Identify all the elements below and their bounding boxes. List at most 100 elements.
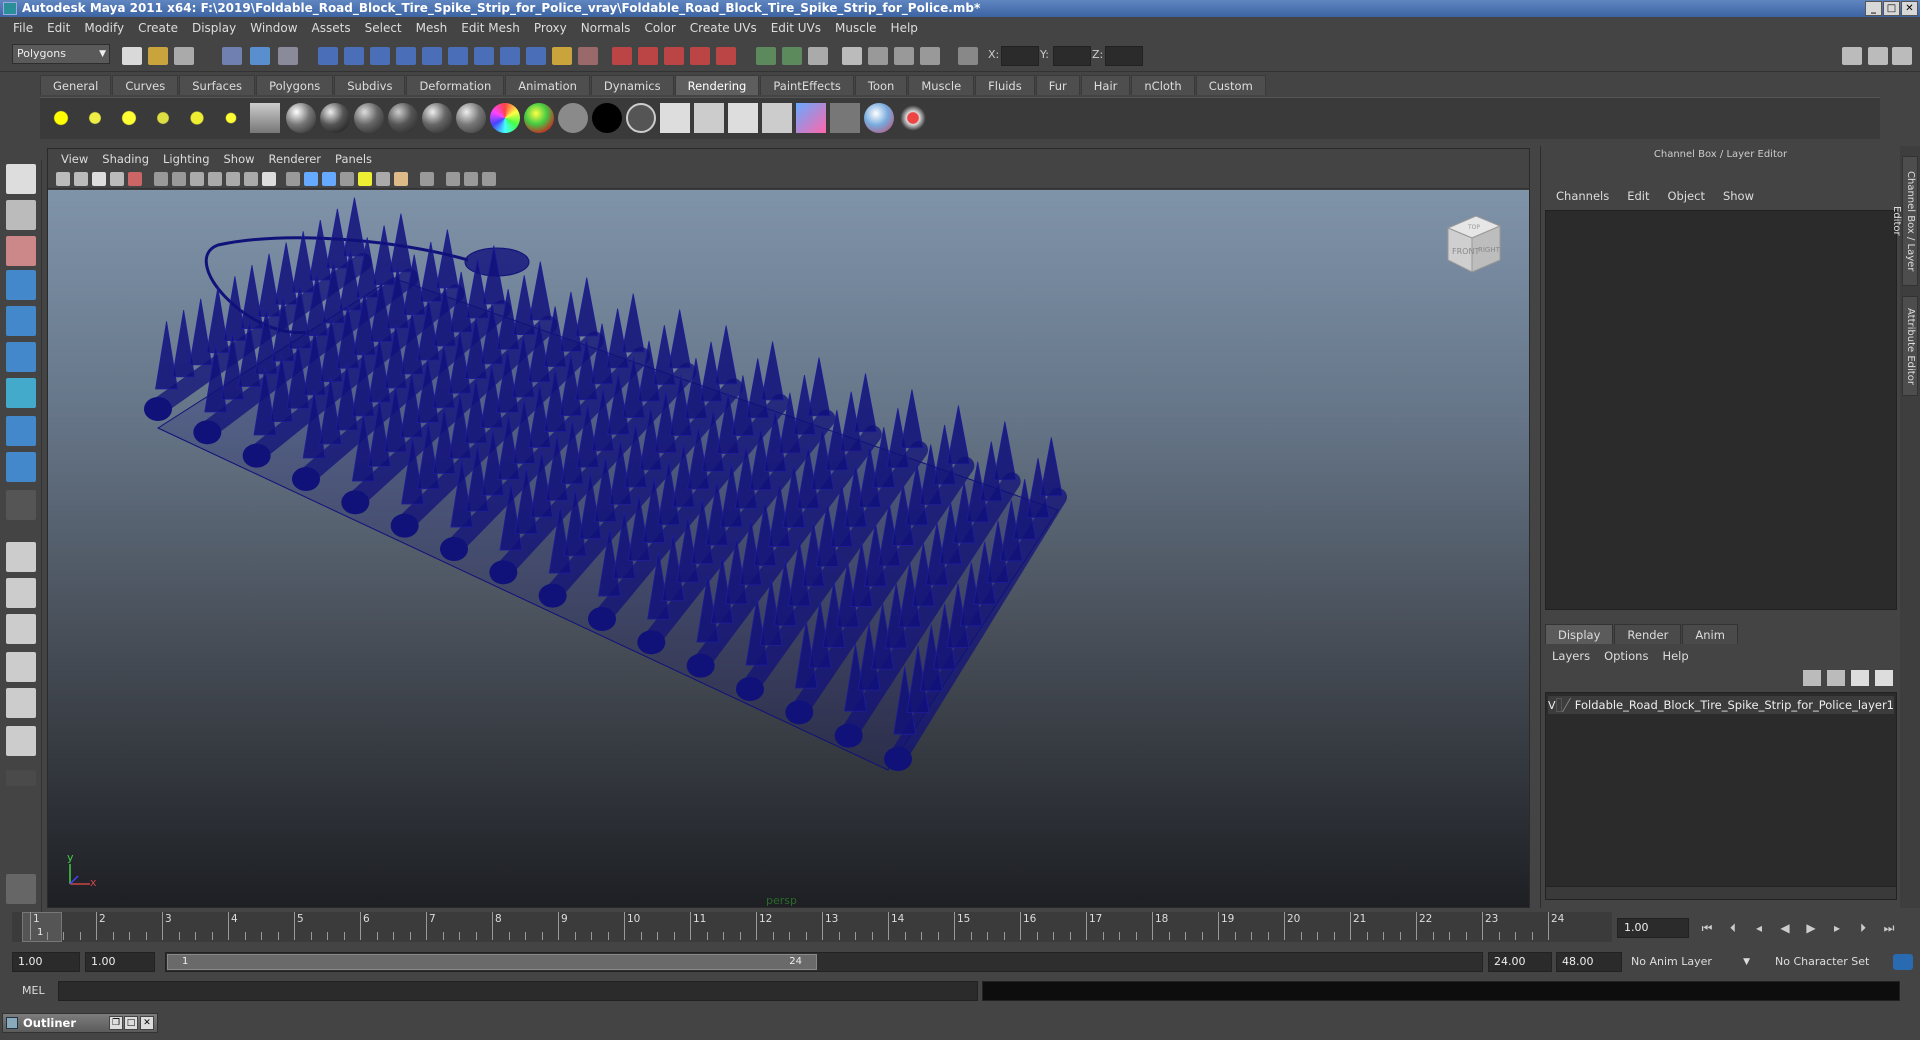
smooth-shade-icon[interactable] bbox=[304, 172, 318, 186]
go-to-start-icon[interactable]: ⏮ bbox=[1696, 918, 1718, 938]
textured-icon[interactable] bbox=[340, 172, 354, 186]
play-backwards-icon[interactable]: ◀ bbox=[1774, 918, 1796, 938]
layer-name[interactable]: Foldable_Road_Block_Tire_Spike_Strip_for… bbox=[1575, 698, 1894, 712]
attribute-editor-toggle-icon[interactable] bbox=[1842, 47, 1862, 65]
magnet-icon[interactable] bbox=[716, 47, 736, 65]
camera-select-icon[interactable] bbox=[56, 172, 70, 186]
menu-assets[interactable]: Assets bbox=[305, 21, 358, 35]
mental-ray-icon[interactable] bbox=[864, 103, 894, 133]
layer-tab-render[interactable]: Render bbox=[1614, 624, 1682, 644]
blinn-shader-icon[interactable] bbox=[320, 103, 350, 133]
point-light-icon[interactable] bbox=[114, 103, 144, 133]
shelf-tab-surfaces[interactable]: Surfaces bbox=[179, 75, 256, 95]
snap-grid-icon[interactable] bbox=[612, 47, 632, 65]
transform-field-icon[interactable] bbox=[958, 47, 978, 65]
shelf-tab-fluids[interactable]: Fluids bbox=[975, 75, 1035, 95]
layer-tab-display[interactable]: Display bbox=[1545, 624, 1614, 644]
select-handles-icon[interactable] bbox=[318, 47, 338, 65]
perspective-viewport[interactable]: View Shading Lighting Show Renderer Pane… bbox=[47, 148, 1530, 908]
scale-tool-icon[interactable] bbox=[6, 342, 36, 372]
use-all-lights-icon[interactable] bbox=[358, 172, 372, 186]
layer-menu-layers[interactable]: Layers bbox=[1545, 646, 1597, 666]
open-scene-icon[interactable] bbox=[148, 47, 168, 65]
ipr-render-icon[interactable] bbox=[894, 47, 914, 65]
spot-light-icon[interactable] bbox=[148, 103, 178, 133]
new-layer-selected-icon[interactable] bbox=[1827, 670, 1845, 686]
vp-menu-shading[interactable]: Shading bbox=[95, 152, 156, 166]
shelf-tab-deformation[interactable]: Deformation bbox=[406, 75, 505, 95]
auto-key-icon[interactable] bbox=[1893, 954, 1913, 970]
vp-menu-lighting[interactable]: Lighting bbox=[156, 152, 216, 166]
layered-shader-icon[interactable] bbox=[456, 103, 486, 133]
single-view-layout-icon[interactable] bbox=[6, 542, 36, 572]
safe-action-icon[interactable] bbox=[244, 172, 258, 186]
shadows-icon[interactable] bbox=[376, 172, 390, 186]
y-field[interactable] bbox=[1053, 46, 1091, 66]
render-view-icon[interactable] bbox=[842, 47, 862, 65]
channel-box-area[interactable] bbox=[1545, 210, 1897, 610]
cb-menu-show[interactable]: Show bbox=[1714, 186, 1763, 206]
range-slider-track[interactable]: 1 24 bbox=[165, 952, 1483, 972]
menu-proxy[interactable]: Proxy bbox=[527, 21, 574, 35]
outliner-minimized-window[interactable]: Outliner ❐ □ ✕ bbox=[2, 1013, 158, 1033]
select-deformations-icon[interactable] bbox=[422, 47, 442, 65]
viewport-scene[interactable]: FRONT RIGHT TOP y x persp bbox=[48, 190, 1529, 907]
step-back-frame-icon[interactable]: ⏴ bbox=[1722, 918, 1744, 938]
directional-light-icon[interactable] bbox=[80, 103, 110, 133]
attribute-editor-side-tab[interactable]: Attribute Editor bbox=[1902, 296, 1918, 396]
xray-joints-icon[interactable] bbox=[464, 172, 478, 186]
menu-edit[interactable]: Edit bbox=[40, 21, 77, 35]
view-cube-top-label[interactable]: TOP bbox=[1467, 224, 1480, 231]
select-rendering-icon[interactable] bbox=[474, 47, 494, 65]
x-field[interactable] bbox=[1001, 46, 1039, 66]
shelf-tab-polygons[interactable]: Polygons bbox=[256, 75, 334, 95]
playback-end-field[interactable]: 24.00 bbox=[1488, 952, 1552, 972]
backface-culling-icon[interactable] bbox=[482, 172, 496, 186]
menu-edit-mesh[interactable]: Edit Mesh bbox=[454, 21, 527, 35]
graph-persp-layout-icon[interactable] bbox=[6, 652, 36, 682]
shading-map-icon[interactable] bbox=[524, 103, 554, 133]
menu-set-dropdown[interactable]: Polygons ▼ bbox=[12, 44, 110, 64]
snap-curve-icon[interactable] bbox=[638, 47, 658, 65]
layer-horizontal-scrollbar[interactable] bbox=[1545, 886, 1897, 900]
menu-normals[interactable]: Normals bbox=[574, 21, 638, 35]
phong-e-shader-icon[interactable] bbox=[388, 103, 418, 133]
ibl-icon[interactable] bbox=[250, 103, 280, 133]
wireframe-on-shaded-icon[interactable] bbox=[322, 172, 336, 186]
volume-light-icon[interactable] bbox=[216, 103, 246, 133]
paint-brush-icon[interactable] bbox=[898, 103, 928, 133]
construction-history-icon[interactable] bbox=[808, 47, 828, 65]
menu-window[interactable]: Window bbox=[243, 21, 304, 35]
layer-color-swatch[interactable] bbox=[1562, 698, 1575, 712]
playback-start-field[interactable]: 1.00 bbox=[85, 952, 155, 972]
bookmark-icon[interactable] bbox=[92, 172, 106, 186]
snap-point-icon[interactable] bbox=[664, 47, 684, 65]
new-layer-empty-icon[interactable] bbox=[1803, 670, 1821, 686]
minimize-button[interactable]: _ bbox=[1865, 1, 1882, 16]
character-set-dropdown[interactable]: No Character Set bbox=[1770, 952, 1888, 972]
play-forwards-icon[interactable]: ▶ bbox=[1800, 918, 1822, 938]
shelf-tab-curves[interactable]: Curves bbox=[112, 75, 179, 95]
surface-shader-icon[interactable] bbox=[558, 103, 588, 133]
shelf-tab-dynamics[interactable]: Dynamics bbox=[590, 75, 674, 95]
resolution-gate-icon[interactable] bbox=[190, 172, 204, 186]
current-frame-field[interactable]: 1.00 bbox=[1617, 918, 1689, 938]
layer-visibility-toggle[interactable]: V bbox=[1548, 699, 1556, 712]
xray-icon[interactable] bbox=[446, 172, 460, 186]
shelf-tab-hair[interactable]: Hair bbox=[1080, 75, 1131, 95]
rotate-tool-icon[interactable] bbox=[6, 306, 36, 336]
outliner-maximize-button[interactable]: □ bbox=[124, 1016, 138, 1030]
grid-toggle-icon[interactable] bbox=[154, 172, 168, 186]
move-selected-up-icon[interactable] bbox=[1851, 670, 1869, 686]
last-tool-icon[interactable] bbox=[6, 490, 36, 520]
anisotropic-shader-icon[interactable] bbox=[422, 103, 452, 133]
soft-modification-tool-icon[interactable] bbox=[6, 416, 36, 446]
layer-menu-options[interactable]: Options bbox=[1597, 646, 1655, 666]
shelf-tab-muscle[interactable]: Muscle bbox=[908, 75, 975, 95]
shelf-tab-painteffects[interactable]: PaintEffects bbox=[760, 75, 854, 95]
time-slider[interactable]: 1 1 2 3 4 5 6 7 8 9 10 11 12 13 14 15 16 17 18 19 20 21 22 23 24 bbox=[12, 912, 1612, 942]
gate-mask-icon[interactable] bbox=[208, 172, 222, 186]
vp-menu-view[interactable]: View bbox=[54, 152, 95, 166]
save-scene-icon[interactable] bbox=[174, 47, 194, 65]
tool-settings-toggle-icon[interactable] bbox=[1868, 47, 1888, 65]
